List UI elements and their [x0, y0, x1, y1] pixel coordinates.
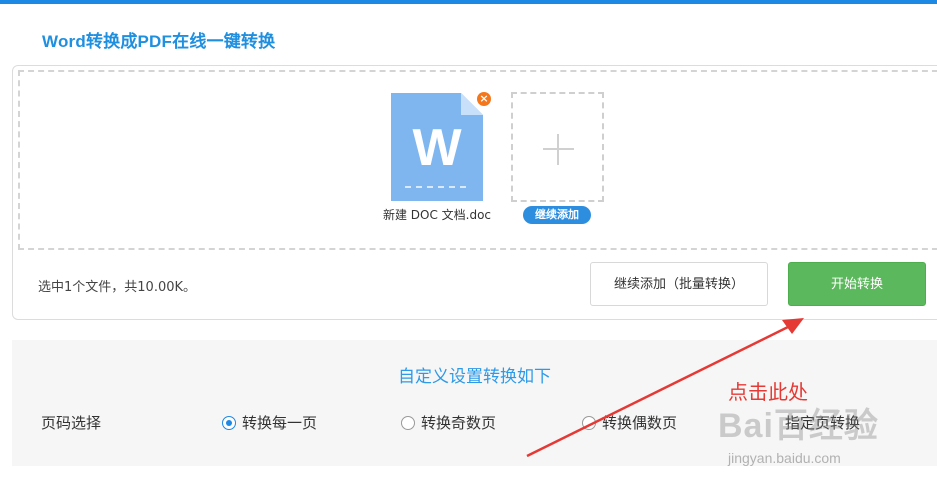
watermark-logo: Bai百经验 [718, 407, 879, 445]
watermark-url: jingyan.baidu.com [728, 450, 841, 466]
